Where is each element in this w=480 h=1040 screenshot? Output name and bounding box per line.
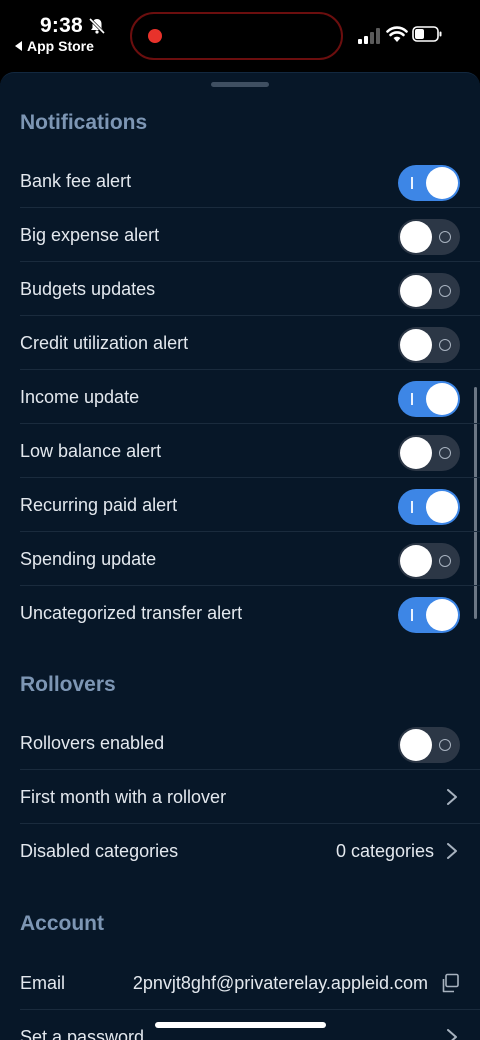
notification-label: Low balance alert (20, 441, 162, 461)
income-update-toggle[interactable] (398, 381, 460, 417)
bank-fee-alert-toggle[interactable] (398, 165, 460, 201)
notification-label: Big expense alert (20, 225, 160, 245)
notifications-section-title: Notifications (20, 111, 148, 134)
low-balance-alert-toggle[interactable] (398, 435, 460, 471)
disabled-categories-label: Disabled categories (20, 841, 179, 861)
settings-sheet: Notifications Bank fee alert Big expense… (0, 72, 480, 1040)
rollovers-section-title: Rollovers (20, 673, 116, 696)
status-time: 9:38 (40, 14, 83, 37)
uncategorized-transfer-alert-toggle[interactable] (398, 597, 460, 633)
disabled-categories-row[interactable]: Disabled categories 0 categories (0, 824, 480, 878)
notification-label: Recurring paid alert (20, 495, 178, 515)
copy-icon[interactable] (440, 973, 460, 993)
bell-slash-icon (88, 17, 106, 35)
account-section-title: Account (20, 912, 104, 935)
notification-row: Credit utilization alert (0, 316, 480, 370)
email-label: Email (20, 973, 66, 993)
notification-label: Budgets updates (20, 279, 156, 299)
rollovers-enabled-toggle[interactable] (398, 727, 460, 763)
back-to-app-store[interactable]: App Store (15, 38, 94, 54)
budgets-updates-toggle[interactable] (398, 273, 460, 309)
chevron-right-icon (447, 1029, 457, 1040)
wifi-icon (386, 26, 408, 42)
notification-label: Credit utilization alert (20, 333, 189, 353)
cellular-signal-icon (358, 28, 380, 44)
home-indicator[interactable] (155, 1022, 326, 1028)
rollovers-enabled-row: Rollovers enabled (0, 716, 480, 770)
first-month-rollover-row[interactable]: First month with a rollover (0, 770, 480, 824)
notification-label: Uncategorized transfer alert (20, 603, 243, 623)
notification-label: Bank fee alert (20, 171, 132, 191)
big-expense-alert-toggle[interactable] (398, 219, 460, 255)
notification-row: Recurring paid alert (0, 478, 480, 532)
recording-indicator-icon (148, 29, 162, 43)
dynamic-island (130, 12, 343, 60)
notification-row: Spending update (0, 532, 480, 586)
notification-row: Low balance alert (0, 424, 480, 478)
chevron-right-icon (447, 789, 457, 805)
spending-update-toggle[interactable] (398, 543, 460, 579)
email-value: 2pnvjt8ghf@privaterelay.appleid.com (132, 973, 428, 993)
back-triangle-icon (15, 41, 22, 51)
sheet-grabber[interactable] (211, 82, 269, 87)
first-month-rollover-label: First month with a rollover (20, 787, 227, 807)
notification-row: Bank fee alert (0, 154, 480, 208)
email-row: Email 2pnvjt8ghf@privaterelay.appleid.co… (0, 956, 480, 1010)
set-password-label: Set a password (20, 1027, 145, 1040)
notification-label: Income update (20, 387, 140, 407)
notification-label: Spending update (20, 549, 157, 569)
back-app-label: App Store (27, 38, 94, 54)
notification-row: Income update (0, 370, 480, 424)
notification-row: Big expense alert (0, 208, 480, 262)
credit-utilization-alert-toggle[interactable] (398, 327, 460, 363)
status-bar: 9:38 App Store (0, 0, 480, 70)
recurring-paid-alert-toggle[interactable] (398, 489, 460, 525)
disabled-categories-value: 0 categories (335, 841, 434, 861)
chevron-right-icon (447, 843, 457, 859)
notification-row: Budgets updates (0, 262, 480, 316)
notification-row: Uncategorized transfer alert (0, 586, 480, 640)
rollovers-enabled-label: Rollovers enabled (20, 733, 165, 753)
battery-icon (412, 26, 442, 42)
